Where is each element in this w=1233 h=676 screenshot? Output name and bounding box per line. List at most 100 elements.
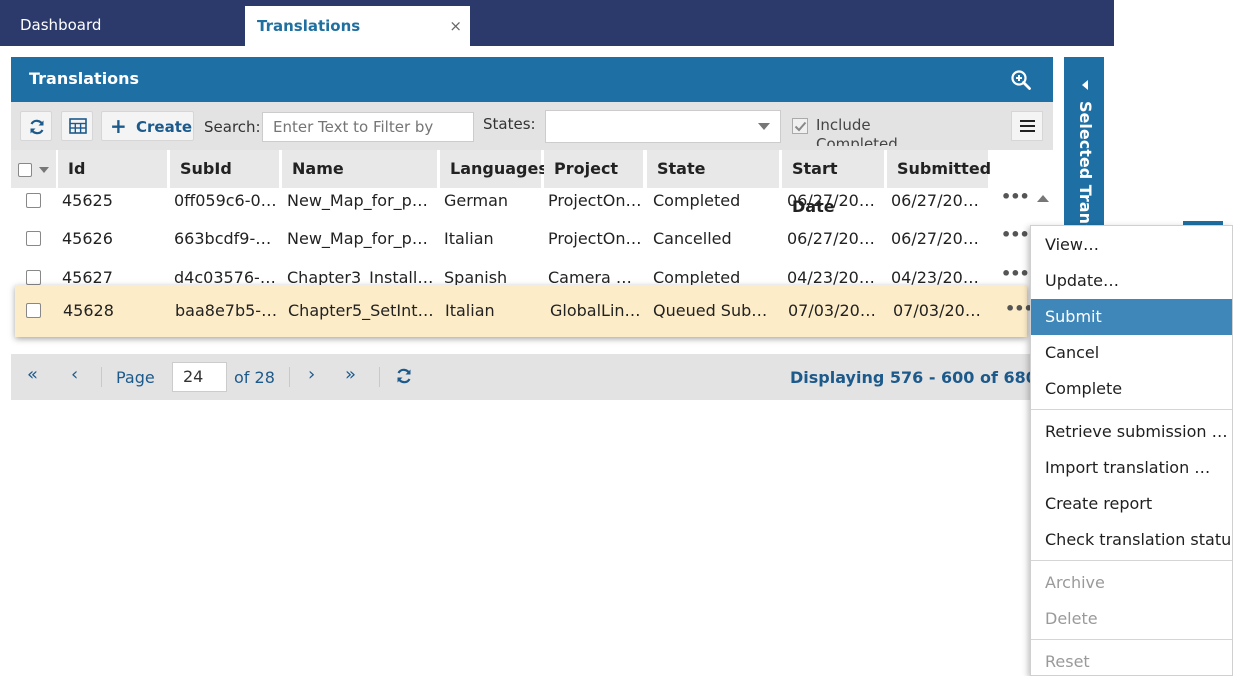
select-all-header[interactable]	[11, 150, 56, 188]
column-header-project[interactable]: Project	[544, 150, 644, 188]
menu-item-delete: Delete	[1045, 609, 1098, 628]
menu-item-archive: Archive	[1045, 573, 1105, 592]
menu-item-complete[interactable]: Complete	[1031, 371, 1232, 407]
top-tab-bar: Dashboard Translations Management ×	[0, 0, 1114, 75]
column-header-submitted[interactable]: Submitted	[887, 150, 991, 188]
previous-page-icon[interactable]: ‹	[71, 364, 78, 385]
panel-header: Translations	[11, 57, 1053, 102]
column-header-state[interactable]: State	[647, 150, 780, 188]
tab-dashboard[interactable]: Dashboard	[20, 0, 101, 46]
next-page-icon[interactable]: ›	[308, 364, 315, 385]
cell-name: New_Map_for_po…	[287, 191, 435, 210]
cell-name: Chapter5_SetInter…	[288, 301, 438, 320]
menu-item-retrieve-submission[interactable]: Retrieve submission …	[1031, 414, 1232, 450]
scroll-up-arrow-icon[interactable]	[1037, 195, 1049, 202]
column-header-start-date[interactable]: Start Date	[782, 150, 885, 216]
cell-start-date: 07/03/202…	[788, 301, 884, 320]
select-all-checkbox[interactable]	[18, 163, 32, 177]
chevron-down-icon[interactable]	[39, 167, 49, 173]
toolbar: + Create Search: States: Include Complet…	[11, 102, 1053, 150]
row-context-menu: View… Update… Submit Cancel Complete Ret…	[1030, 225, 1233, 676]
cell-state: Queued Submi…	[653, 301, 781, 320]
cell-id: 45625	[62, 191, 113, 210]
plus-icon: +	[110, 114, 127, 138]
checkmark-icon	[794, 121, 807, 132]
last-page-icon[interactable]: »	[345, 364, 356, 385]
table-row[interactable]: 45626 663bcdf9-a… New_Map_for_po… Italia…	[11, 226, 1053, 264]
row-checkbox[interactable]	[26, 193, 41, 208]
hamburger-icon	[1020, 120, 1035, 122]
menu-item-reset: Reset	[1045, 652, 1090, 671]
row-checkbox[interactable]	[26, 303, 41, 318]
separator	[101, 367, 102, 387]
cell-project: ProjectOn…	[548, 191, 642, 210]
first-page-icon[interactable]: «	[27, 364, 38, 385]
column-header-subid[interactable]: SubId	[170, 150, 280, 188]
cell-project: ProjectOn…	[548, 229, 642, 248]
row-checkbox[interactable]	[26, 231, 41, 246]
cell-name: New_Map_for_po…	[287, 229, 435, 248]
refresh-icon[interactable]	[395, 367, 413, 385]
menu-item-cancel[interactable]: Cancel	[1031, 335, 1232, 371]
include-completed-checkbox[interactable]	[792, 118, 808, 134]
page-number-input[interactable]: 24	[172, 362, 227, 392]
cell-submitted: 06/27/202…	[891, 229, 987, 248]
cell-project: GlobalLink…	[550, 301, 644, 320]
menu-item-import-translation[interactable]: Import translation …	[1031, 450, 1232, 486]
search-label: Search:	[204, 118, 261, 136]
cell-submitted: 07/03/202…	[893, 301, 989, 320]
row-checkbox[interactable]	[26, 270, 41, 285]
menu-divider	[1031, 639, 1232, 640]
page-total-label: of 28	[234, 368, 275, 387]
chevron-down-icon	[758, 123, 770, 130]
refresh-button[interactable]	[20, 111, 52, 141]
page-label: Page	[116, 368, 155, 387]
table-row-selected[interactable]: 45628 baa8e7b5-b… Chapter5_SetInter… Ita…	[15, 285, 1034, 337]
cell-state: Completed	[653, 191, 741, 210]
selected-translation-side-panel[interactable]: Selected Translation	[1064, 57, 1104, 227]
side-panel-label: Selected Translation	[1076, 101, 1095, 227]
translations-panel: Translations + Create Search: Enter Text…	[11, 57, 1093, 400]
menu-divider	[1031, 409, 1232, 410]
row-actions-button[interactable]: •••	[1001, 226, 1030, 244]
cell-language: Italian	[445, 301, 495, 320]
create-button[interactable]: + Create	[101, 111, 194, 141]
cell-submitted: 06/27/202…	[891, 191, 987, 210]
states-select[interactable]	[545, 110, 781, 143]
cell-state: Cancelled	[653, 229, 732, 248]
row-actions-button[interactable]: •••	[1001, 265, 1030, 283]
cell-subid: baa8e7b5-b…	[175, 301, 281, 320]
menu-item-view[interactable]: View…	[1031, 227, 1232, 263]
column-header-languages[interactable]: Languages	[440, 150, 548, 188]
expand-left-icon[interactable]	[1082, 80, 1088, 90]
column-header-name[interactable]: Name	[282, 150, 438, 188]
create-button-label: Create	[136, 118, 193, 136]
refresh-icon	[30, 119, 44, 135]
cell-id: 45626	[62, 229, 113, 248]
menu-item-update[interactable]: Update…	[1031, 263, 1232, 299]
tab-translations-management[interactable]: Translations Management ×	[245, 6, 470, 75]
grid-view-button[interactable]	[61, 111, 93, 141]
tab-dashboard-label: Dashboard	[20, 16, 102, 34]
table-row[interactable]: 45625 0ff059c6-00… New_Map_for_po… Germa…	[11, 188, 1053, 226]
menu-item-submit[interactable]: Submit	[1031, 299, 1232, 335]
menu-item-check-translation-status[interactable]: Check translation status	[1031, 522, 1232, 558]
menu-item-create-report[interactable]: Create report	[1031, 486, 1232, 522]
row-actions-button[interactable]: •••	[1005, 299, 1034, 318]
cell-subid: 663bcdf9-a…	[174, 229, 278, 248]
separator	[289, 367, 290, 387]
zoom-in-icon[interactable]	[1011, 70, 1031, 90]
table-icon	[69, 118, 87, 134]
hamburger-menu-button[interactable]	[1011, 111, 1043, 141]
include-completed-label: Include Completed	[816, 116, 898, 146]
states-label: States:	[483, 115, 536, 133]
menu-divider	[1031, 560, 1232, 561]
row-actions-button[interactable]: •••	[1001, 188, 1030, 206]
column-header-id[interactable]: Id	[58, 150, 168, 188]
separator	[379, 367, 380, 387]
close-icon[interactable]: ×	[449, 6, 462, 46]
search-input[interactable]	[262, 112, 474, 142]
grid-header: Id SubId Name Languages Project State St…	[11, 150, 1053, 216]
panel-title: Translations	[29, 69, 140, 88]
cell-id: 45628	[63, 301, 114, 320]
